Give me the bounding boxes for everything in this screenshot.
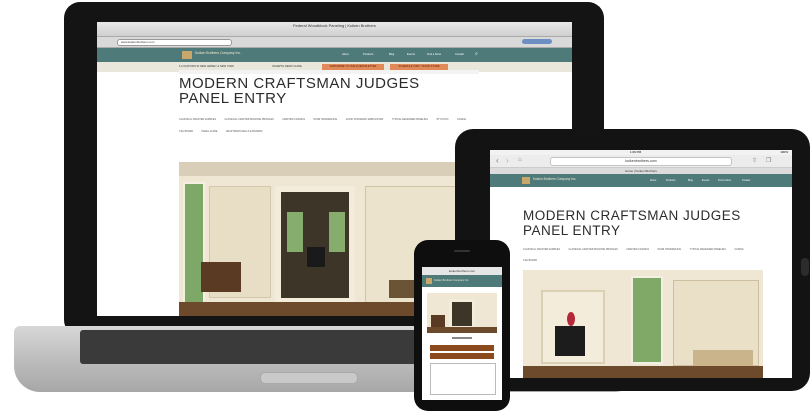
tag[interactable]: STAIR HANDRAILING (313, 116, 337, 124)
tag-list: CLASSICAL CRAFTER SAMPLES CLASSICAL CRAF… (179, 112, 479, 136)
nav-products[interactable]: Products (666, 179, 675, 182)
desk (431, 315, 445, 327)
phone-address-bar[interactable]: kuikenbrothers.com (422, 267, 502, 275)
tag[interactable]: CRAFTED CASINGS (282, 116, 305, 124)
phone-screen: kuikenbrothers.com Kuiken Brothers Compa… (422, 267, 502, 400)
tag[interactable]: CRAFTED CASINGS (626, 246, 649, 253)
phone-room-photo (427, 293, 497, 333)
tag[interactable]: TYPICAL RECESSED PANELING (392, 116, 428, 124)
browser-title: Federal Woodblock Paneling | Kuiken Brot… (293, 23, 376, 28)
nav-contact[interactable]: Contact (455, 53, 464, 56)
page-title-line-1: MODERN CRAFTSMAN JUDGES (179, 75, 420, 92)
phone-speaker (454, 250, 470, 252)
site-header: Kuiken Brothers Company Inc. About Produ… (97, 48, 572, 62)
logo-icon (182, 51, 192, 59)
tablet-screen: 1:09 PM 100% ‹ › ⌂ kuikenbrothers.com ⇧ … (490, 150, 792, 378)
laptop-trackpad (260, 372, 358, 384)
nav-events[interactable]: Events (407, 53, 415, 56)
logo-icon (522, 177, 530, 184)
fireplace (555, 326, 585, 356)
address-bar[interactable]: www.kuikenbrothers.com (117, 39, 232, 46)
page-title: MODERN CRAFTSMAN JUDGES PANEL ENTRY (179, 76, 420, 106)
share-icon[interactable]: ⇧ (752, 157, 757, 164)
search-icon[interactable]: ⌕ (475, 51, 478, 57)
fireplace (307, 247, 325, 267)
tag[interactable]: PANEL GUIDE (202, 128, 218, 136)
tag[interactable]: T&G BOARD (179, 128, 193, 136)
nav-about[interactable]: About (342, 53, 349, 56)
window (631, 276, 663, 364)
phone-newsletter-button[interactable] (430, 345, 494, 351)
back-icon[interactable]: ‹ (496, 156, 499, 165)
tag[interactable]: STAIR HANDRAILING (657, 246, 681, 253)
nav-events[interactable]: Events (702, 179, 709, 182)
floor (427, 327, 497, 333)
phone-site-logo[interactable]: Kuiken Brothers Company Inc. (434, 279, 469, 282)
tag[interactable]: CASING (457, 116, 466, 124)
tablet-home-button[interactable] (801, 258, 809, 276)
breadcrumb (179, 70, 479, 74)
tag[interactable]: CLASSICAL CRAFTER MOLDING PROFILES (568, 246, 617, 253)
nav-products[interactable]: Products (363, 53, 373, 56)
nav-find-store[interactable]: Find a Store (427, 53, 441, 56)
tag[interactable]: GOOD STANDARD JAMB GOODS (346, 116, 384, 124)
locations-text[interactable]: 6 LOCATIONS IN NEW JERSEY & NEW YORK (179, 65, 234, 68)
tabs-icon[interactable]: ❐ (766, 157, 771, 164)
carousel-dots[interactable] (452, 337, 472, 339)
page-title-line-2: PANEL ENTRY (523, 223, 621, 238)
tablet-toolbar: ‹ › ⌂ kuikenbrothers.com ⇧ ❐ (490, 155, 792, 168)
desk (201, 262, 241, 292)
nav-blog[interactable]: Blog (688, 179, 693, 182)
nav-find-store[interactable]: Find a Store (718, 179, 731, 182)
phone-calendar[interactable] (430, 363, 496, 395)
window-far (287, 212, 303, 252)
tag[interactable]: STYLISTIC (436, 116, 448, 124)
floor (523, 366, 763, 378)
tag[interactable]: TYPICAL RECESSED PANELING (690, 246, 726, 253)
tag[interactable]: CASING (734, 246, 743, 253)
tablet-site-logo[interactable]: Kuiken Brothers Company Inc. (533, 177, 576, 181)
tag[interactable]: CLASSICAL CRAFTER MOLDING PROFILES (224, 116, 273, 124)
nav-contact[interactable]: Contact (742, 179, 750, 182)
demo-guide-link[interactable]: IN-DEPTH DEMO GUIDE (272, 65, 302, 68)
tag[interactable]: CLASSICAL CRAFTER SAMPLES (179, 116, 216, 124)
page-title-line-1: MODERN CRAFTSMAN JUDGES (523, 208, 741, 223)
ceiling (179, 162, 465, 176)
site-logo[interactable]: Kuiken Brothers Company Inc. (195, 51, 241, 55)
tablet-room-photo (523, 270, 763, 378)
tag[interactable]: CRAFTSMAN WALLS & BOARDS (226, 128, 263, 136)
doorway (449, 299, 475, 329)
tag[interactable]: T&G BOARD (523, 257, 537, 264)
logo-icon (426, 278, 432, 284)
tablet-page-title: MODERN CRAFTSMAN JUDGES PANEL ENTRY (523, 208, 741, 238)
phone-site-header: Kuiken Brothers Company Inc. (422, 275, 502, 287)
tag[interactable]: CLASSICAL CRAFTER SAMPLES (523, 246, 560, 253)
tablet-tag-list: CLASSICAL CRAFTER SAMPLES CLASSICAL CRAF… (523, 242, 763, 264)
forward-icon[interactable]: › (506, 156, 509, 165)
tablet-site-header: Kuiken Brothers Company Inc. About Produ… (490, 174, 792, 187)
window-far-right (329, 212, 345, 252)
browser-title-bar: Federal Woodblock Paneling | Kuiken Brot… (97, 22, 572, 37)
tablet-address-bar[interactable]: kuikenbrothers.com (550, 157, 732, 166)
search-field[interactable] (522, 39, 552, 44)
phone-schedule-button[interactable] (430, 353, 494, 359)
page-title-line-2: PANEL ENTRY (179, 90, 287, 107)
bookmarks-icon[interactable]: ⌂ (518, 157, 522, 163)
nav-blog[interactable]: Blog (389, 53, 394, 56)
flowers (567, 312, 575, 326)
browser-address-row: www.kuikenbrothers.com (97, 37, 572, 48)
nav-about[interactable]: About (650, 179, 656, 182)
